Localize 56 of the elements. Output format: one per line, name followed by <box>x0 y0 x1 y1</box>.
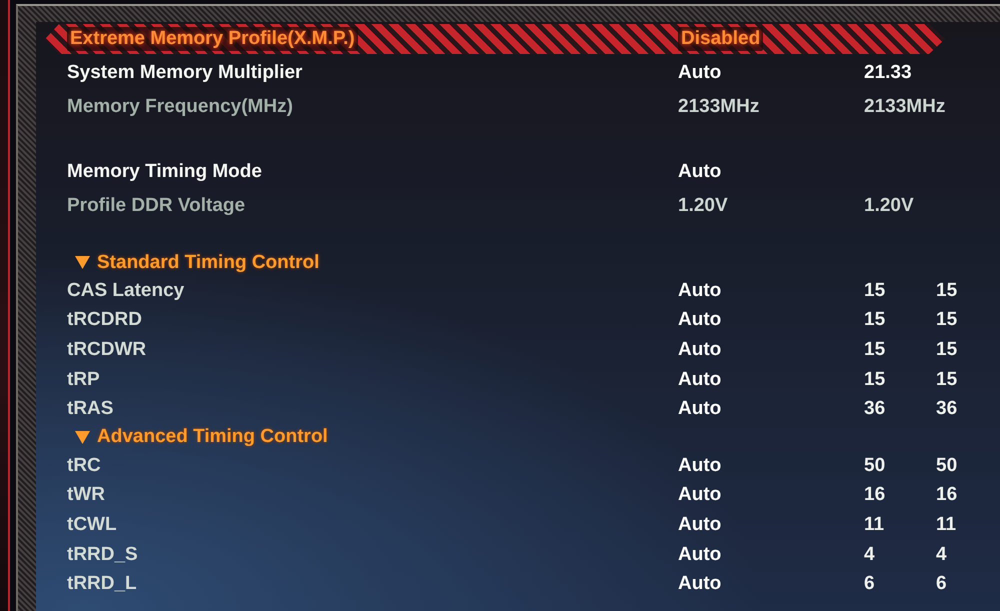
setting-label: tRCDWR <box>67 338 146 361</box>
current-value: 36 <box>936 398 958 420</box>
setting-label: tRCDRD <box>67 309 142 332</box>
setting-value[interactable]: Auto <box>678 514 722 536</box>
setting-label: System Memory Multiplier <box>67 62 302 84</box>
highlight-bar[interactable]: Extreme Memory Profile(X.M.P.) Disabled <box>45 24 945 54</box>
current-value: 15 <box>936 280 958 302</box>
section-header[interactable]: Advanced Timing Control <box>75 424 328 451</box>
setting-label: tRP <box>67 368 100 391</box>
setting-label: tWR <box>67 484 105 506</box>
current-value: 15 <box>864 309 886 332</box>
setting-value[interactable]: Auto <box>678 368 722 391</box>
setting-label: tRRD_S <box>67 544 138 566</box>
setting-value: 1.20V <box>678 195 728 217</box>
setting-value[interactable]: Auto <box>678 338 722 361</box>
current-value: 6 <box>936 573 947 596</box>
setting-label: tCWL <box>67 514 117 536</box>
current-value: 11 <box>936 514 956 536</box>
current-value: 1.20V <box>864 195 914 217</box>
setting-value[interactable]: Auto <box>678 62 722 84</box>
setting-label: Memory Timing Mode <box>67 161 262 183</box>
current-value: 50 <box>936 454 958 477</box>
setting-value[interactable]: Auto <box>678 161 722 183</box>
setting-value[interactable]: Auto <box>678 280 722 302</box>
setting-value[interactable]: Auto <box>678 544 722 566</box>
setting-label: Extreme Memory Profile(X.M.P.) <box>67 27 358 51</box>
section-header[interactable]: Standard Timing Control <box>75 249 320 276</box>
setting-value[interactable]: Auto <box>678 484 722 506</box>
setting-value[interactable]: Auto <box>678 398 722 420</box>
current-value: 15 <box>936 368 958 391</box>
current-value: 15 <box>864 368 886 391</box>
current-value: 15 <box>864 338 886 361</box>
setting-value[interactable]: Auto <box>678 309 722 332</box>
setting-value[interactable]: Auto <box>678 454 722 477</box>
current-value: 15 <box>864 280 886 302</box>
setting-label: Profile DDR Voltage <box>67 195 246 217</box>
setting-value[interactable]: Disabled <box>678 27 764 51</box>
setting-label: CAS Latency <box>67 280 184 302</box>
current-value: 16 <box>936 484 958 506</box>
current-value: 6 <box>864 573 875 596</box>
setting-label: tRAS <box>67 398 114 420</box>
setting-label: Memory Frequency(MHz) <box>67 96 293 118</box>
setting-label: tRRD_L <box>67 573 137 596</box>
current-value: 16 <box>864 484 886 506</box>
current-value: 2133MHz <box>864 96 946 118</box>
current-value: 36 <box>864 398 886 420</box>
current-value: 11 <box>864 514 884 536</box>
setting-value: 2133MHz <box>678 96 760 118</box>
current-value: 50 <box>864 454 886 477</box>
setting-label: tRC <box>67 454 101 477</box>
current-value: 15 <box>936 309 958 332</box>
setting-value[interactable]: Auto <box>678 573 722 596</box>
current-value: 4 <box>864 544 875 566</box>
current-value: 15 <box>936 338 958 361</box>
current-value: 4 <box>936 544 947 566</box>
current-value: 21.33 <box>864 62 912 84</box>
